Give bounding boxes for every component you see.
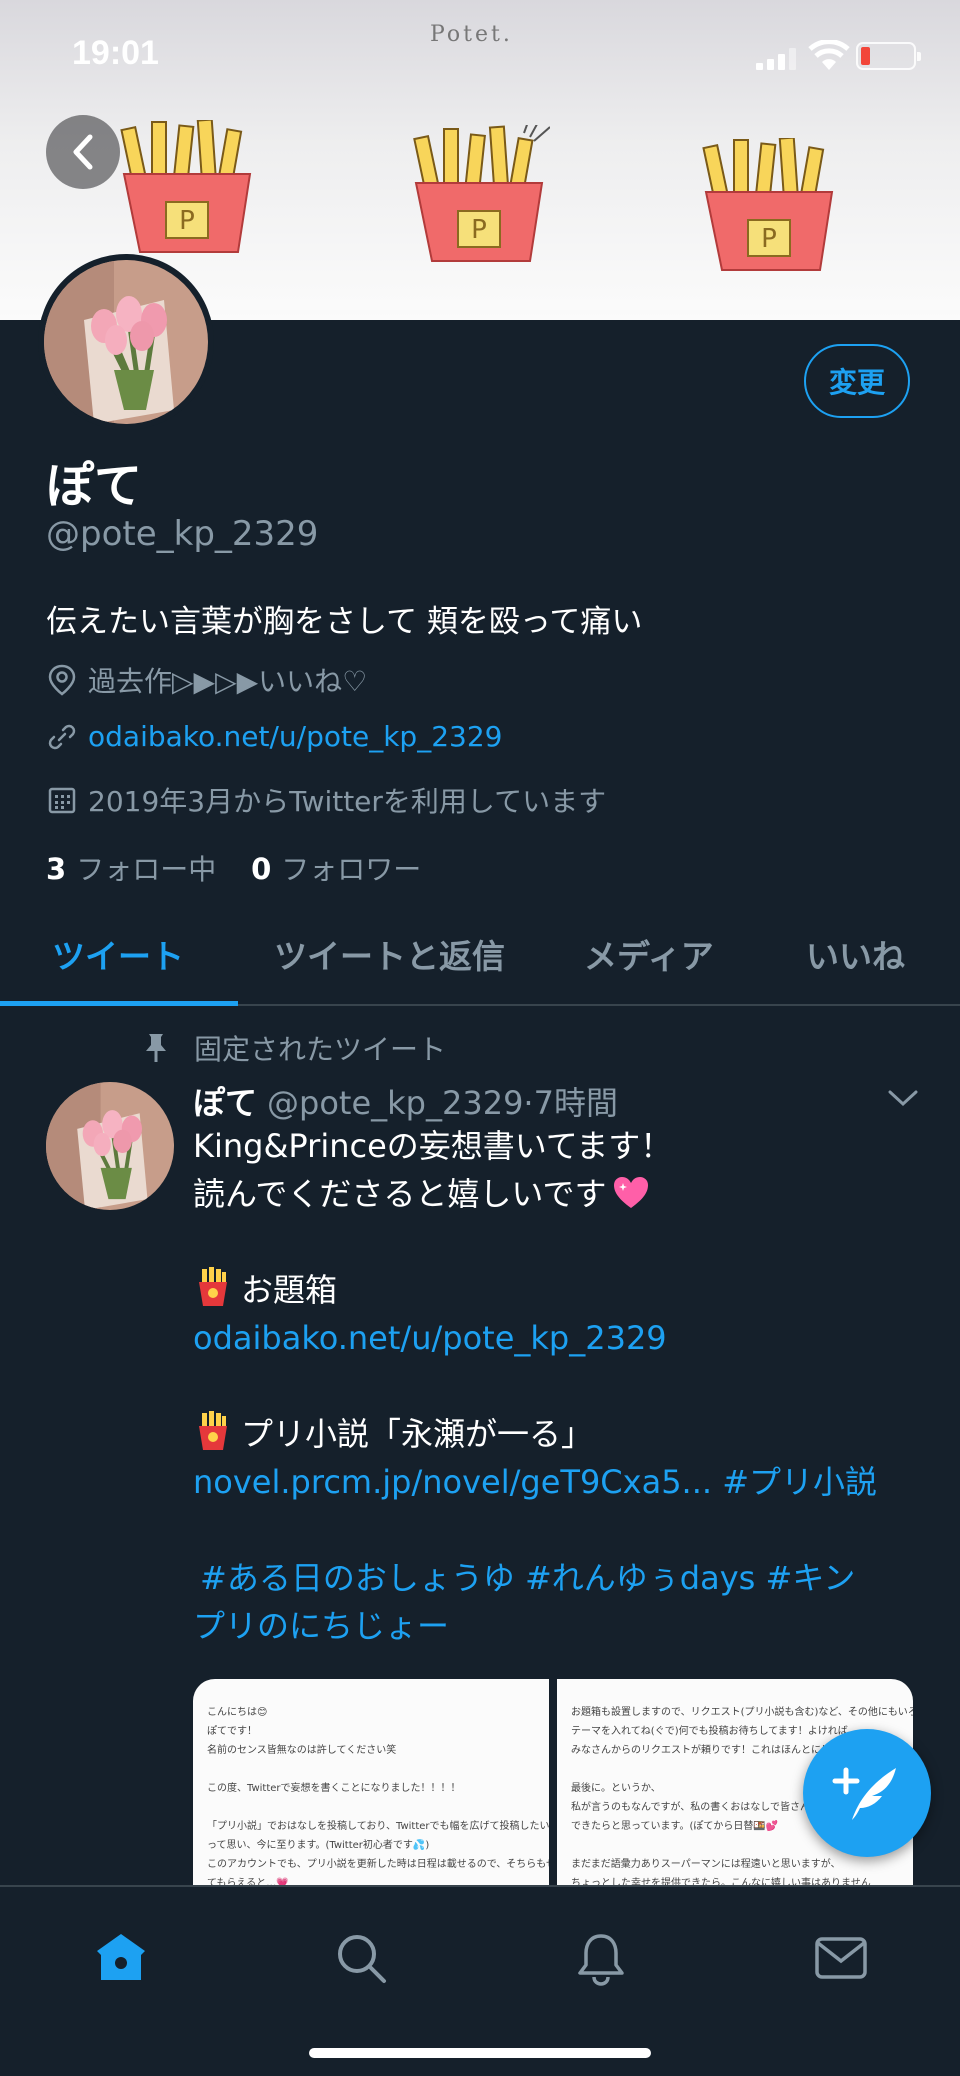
- tweet-line-1: King&Princeの妄想書いてます！: [193, 1127, 673, 1165]
- home-indicator: [309, 2048, 651, 2058]
- tweet-author-avatar[interactable]: [46, 1082, 174, 1210]
- signal-icon: [756, 48, 800, 70]
- sparkling-heart-icon: [614, 1177, 649, 1208]
- media-text-line: って思い、今に至ります。(Twitter初心者です💦): [207, 1840, 430, 1851]
- media-text-line: 「プリ小説」でおはなしを投稿しており、Twitterでも幅を広げて投稿したいな〜: [207, 1821, 549, 1832]
- profile-joined: 2019年3月からTwitterを利用しています: [46, 780, 606, 820]
- tweet-section-2-title: プリ小説「永瀬が一る」: [193, 1410, 933, 1458]
- compose-tweet-icon: [832, 1767, 896, 1820]
- chevron-left-icon: [73, 134, 93, 170]
- tulip-bouquet-photo: [44, 260, 208, 424]
- media-text-line: ぽてです！: [207, 1726, 257, 1737]
- tweet-header: ぽて @pote_kp_2329·7時間: [193, 1078, 618, 1124]
- edit-profile-button[interactable]: 変更: [804, 344, 910, 418]
- tweet-link-novel[interactable]: novel.prcm.jp/novel/geT9Cxa5...: [193, 1463, 712, 1501]
- profile-name: ぽて: [46, 458, 143, 514]
- link-icon: [48, 724, 76, 749]
- tweet-section-1-title: お題箱: [193, 1266, 933, 1314]
- followers-label: フォロワー: [281, 853, 422, 886]
- follow-stats: 3 フォロー中 0 フォロワー: [46, 848, 421, 888]
- back-button[interactable]: [46, 115, 120, 189]
- status-bar: 19:01: [0, 0, 960, 110]
- section-1-title-text: お題箱: [241, 1271, 338, 1309]
- status-time: 19:01: [72, 34, 159, 72]
- messages-icon[interactable]: [814, 1935, 868, 1981]
- tweet-line-2-text: 読んでくださると嬉しいです: [193, 1175, 607, 1213]
- media-text-line: 名前のセンス皆無なのは許してください笑: [207, 1745, 397, 1756]
- location-pin-icon: [48, 664, 76, 696]
- calendar-icon: [48, 787, 76, 814]
- pin-icon: [146, 1034, 166, 1062]
- pinned-label-row: 固定されたツイート: [140, 1028, 446, 1068]
- battery-icon: [856, 42, 921, 70]
- media-text-line: [207, 1798, 535, 1817]
- tweet-hashtags-line-1[interactable]: #ある日のおしょうゆ #れんゆぅdays #キン: [200, 1554, 940, 1602]
- notifications-icon[interactable]: [576, 1931, 626, 1987]
- tulip-bouquet-photo: [46, 1082, 174, 1210]
- profile-avatar[interactable]: [38, 254, 214, 430]
- fries-box-letter: P: [761, 224, 777, 254]
- followers-count: 0: [251, 852, 272, 886]
- media-text-line: お題箱も設置しますので、リクエスト(プリ小説も含む)など、その他にもいろいろ: [571, 1707, 913, 1718]
- tweet-time: ·7時間: [523, 1084, 618, 1122]
- media-text-line: [207, 1760, 535, 1779]
- profile-location: 過去作▷▶▷▶いいね♡: [46, 660, 367, 700]
- media-text-line: この度、Twitterで妄想を書くことになりました！！！！: [207, 1783, 461, 1794]
- profile-bio: 伝えたい言葉が胸をさして 頬を殴って痛い: [46, 604, 643, 640]
- compose-tweet-button[interactable]: [803, 1729, 931, 1857]
- joined-text: 2019年3月からTwitterを利用しています: [88, 785, 607, 818]
- fries-emoji-icon: [199, 1267, 227, 1306]
- following-label: フォロー中: [76, 853, 217, 886]
- tab-tweets-and-replies[interactable]: ツイートと返信: [274, 930, 505, 978]
- tweet-author-name[interactable]: ぽて: [193, 1084, 257, 1122]
- location-text: 過去作▷▶▷▶いいね♡: [88, 665, 368, 698]
- search-icon[interactable]: [334, 1931, 388, 1985]
- tweet-hashtags-line-2[interactable]: プリのにちじょー: [193, 1602, 933, 1650]
- pinned-label: 固定されたツイート: [194, 1033, 447, 1066]
- media-text-line: こんにちは😊: [207, 1707, 268, 1718]
- home-icon[interactable]: [94, 1931, 148, 1983]
- following-count: 3: [46, 852, 67, 886]
- media-text-line: このアカウントでも、プリ小説を更新した時は日程は載せるので、そちらもぜひ覗い: [207, 1859, 549, 1870]
- tweet-link-row: novel.prcm.jp/novel/geT9Cxa5... #プリ小説: [193, 1458, 933, 1506]
- section-2-title-text: プリ小説「永瀬が一る」: [241, 1415, 594, 1453]
- fries-box-letter: P: [179, 206, 195, 236]
- tab-tweets[interactable]: ツイート: [52, 930, 184, 978]
- chevron-down-icon[interactable]: [886, 1086, 920, 1110]
- tweet-line-2: 読んでくださると嬉しいです: [193, 1170, 933, 1218]
- fries-box-letter: P: [471, 215, 487, 245]
- media-image-1[interactable]: こんにちは😊 ぽてです！ 名前のセンス皆無なのは許してください笑この度、Twitte…: [193, 1679, 549, 1889]
- followers-link[interactable]: 0 フォロワー: [251, 852, 422, 886]
- fries-emoji-icon: [199, 1411, 227, 1450]
- following-link[interactable]: 3 フォロー中: [46, 852, 217, 886]
- profile-website[interactable]: odaibako.net/u/pote_kp_2329: [46, 720, 502, 753]
- tweet-author-handle: @pote_kp_2329: [267, 1084, 524, 1122]
- fries-illustration: P: [413, 125, 550, 262]
- wifi-icon: [808, 40, 850, 70]
- hashtag-puri-shousetsu[interactable]: #プリ小説: [722, 1463, 877, 1501]
- tab-likes[interactable]: いいね: [806, 930, 905, 978]
- profile-handle: @pote_kp_2329: [46, 514, 319, 554]
- tweet-link-odaibako[interactable]: odaibako.net/u/pote_kp_2329: [193, 1314, 933, 1362]
- profile-tabs: ツイート ツイートと返信 メディア いいね: [0, 900, 960, 1006]
- tab-media[interactable]: メディア: [584, 930, 714, 978]
- fries-illustration: P: [702, 138, 834, 271]
- fries-illustration: P: [120, 120, 252, 253]
- active-tab-indicator: [0, 1001, 238, 1006]
- media-text-line: まだまだ語彙力ありスーパーマンには程遠いと思いますが、: [571, 1859, 841, 1870]
- website-link[interactable]: odaibako.net/u/pote_kp_2329: [88, 720, 502, 753]
